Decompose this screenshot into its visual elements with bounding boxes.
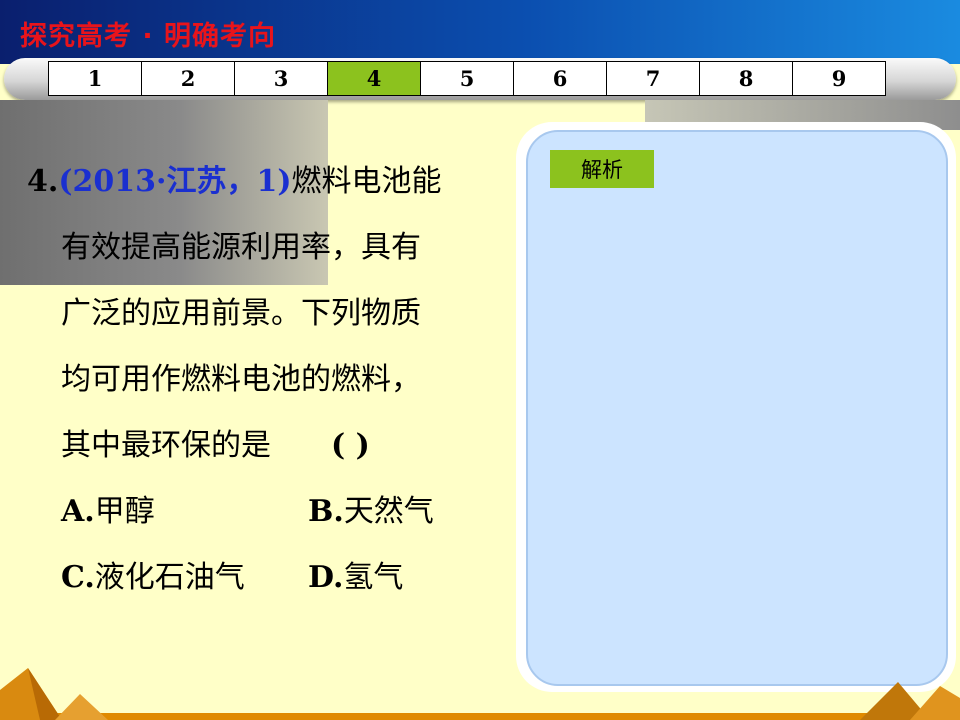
option-b[interactable]: B.天然气 (308, 479, 434, 545)
question-line-5: 其中最环保的是 ( ) (27, 413, 477, 479)
question-line-2: 有效提高能源利用率，具有 (61, 230, 421, 265)
tab-question-5[interactable]: 5 (420, 61, 514, 96)
tab-question-3[interactable]: 3 (234, 61, 328, 96)
pyramid-decoration-left (0, 668, 108, 720)
tab-question-6[interactable]: 6 (513, 61, 607, 96)
question-source: (2013·江苏，1) (58, 164, 292, 199)
options-row-1: A.甲醇 B.天然气 (27, 479, 477, 545)
analysis-button[interactable]: 解析 (550, 150, 654, 188)
option-text: 氢气 (343, 560, 404, 595)
option-label: C. (61, 560, 95, 595)
tab-question-8[interactable]: 8 (699, 61, 793, 96)
analysis-panel (526, 130, 948, 686)
option-label: B. (308, 494, 344, 529)
question-text-segment: 其中最环保的是 (61, 428, 271, 463)
tab-question-1[interactable]: 1 (48, 61, 142, 96)
section-title: 探究高考 · 明确考向 (20, 21, 277, 52)
question-tabs: 1 2 3 4 5 6 7 8 9 (48, 61, 886, 96)
tab-question-2[interactable]: 2 (141, 61, 235, 96)
question-number: 4. (27, 164, 59, 199)
pyramid-decoration-right (860, 682, 960, 720)
option-d[interactable]: D.氢气 (308, 545, 403, 611)
tab-question-4[interactable]: 4 (327, 61, 421, 96)
title-bar: 探究高考 · 明确考向 (0, 0, 960, 64)
option-text: 甲醇 (94, 494, 155, 529)
question-line-4: 均可用作燃料电池的燃料， (61, 362, 421, 397)
question-text-segment: 燃料电池能 (291, 164, 442, 199)
option-c[interactable]: C.液化石油气 (61, 545, 308, 611)
option-text: 天然气 (343, 494, 434, 529)
tab-question-7[interactable]: 7 (606, 61, 700, 96)
answer-blank: ( ) (331, 428, 370, 463)
option-text: 液化石油气 (94, 560, 245, 595)
question-line-3: 广泛的应用前景。下列物质 (61, 296, 421, 331)
bottom-strip (0, 713, 960, 720)
options-row-2: C.液化石油气 D.氢气 (27, 545, 477, 611)
option-label: A. (61, 494, 95, 529)
question-text: 4.(2013·江苏，1)燃料电池能 有效提高能源利用率，具有 广泛的应用前景。… (27, 155, 477, 611)
question-line-1: 4.(2013·江苏，1)燃料电池能 (27, 149, 477, 215)
option-label: D. (308, 560, 344, 595)
tab-question-9[interactable]: 9 (792, 61, 886, 96)
option-a[interactable]: A.甲醇 (61, 479, 308, 545)
